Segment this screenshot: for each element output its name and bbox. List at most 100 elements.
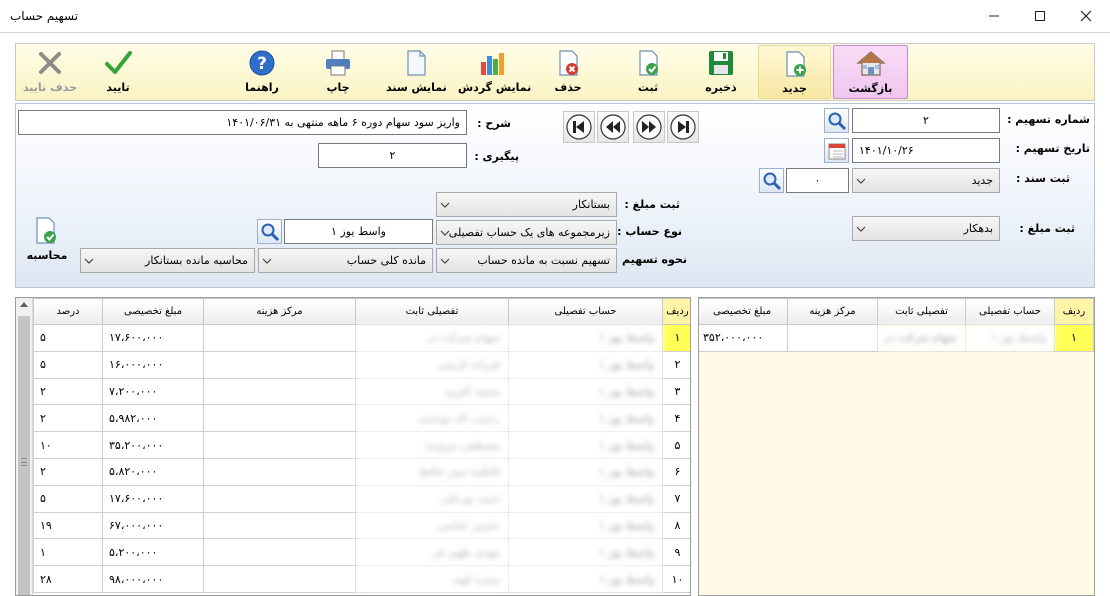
account-value-field[interactable]: واسط یوز ۱ (284, 219, 433, 244)
cell-amount[interactable]: ۵،۹۸۲،۰۰۰ (102, 404, 204, 433)
col-row[interactable]: ردیف (662, 298, 690, 325)
cell-fixed[interactable]: محمد اکبری (355, 377, 509, 406)
cell-fixed[interactable]: حمید نورعلی (355, 484, 509, 513)
next-record-button[interactable] (633, 111, 665, 143)
table-row[interactable]: ۲۸ ۹۸،۰۰۰،۰۰۰ منیژه کهنه واسط یوز ۱ ۱۰ (33, 565, 690, 593)
cell-detail[interactable]: واسط یوز ۱ (508, 538, 663, 567)
cell-cost-center[interactable] (203, 377, 356, 406)
cell-percent[interactable]: ۲ (33, 404, 103, 433)
show-turnover-button[interactable]: نمایش گردش (458, 45, 531, 99)
col-row[interactable]: ردیف (1054, 298, 1094, 325)
cell-cost-center[interactable] (203, 457, 356, 486)
cell-row[interactable]: ۵ (662, 431, 690, 459)
cell-detail[interactable]: واسط یوز ۱ (508, 484, 663, 513)
print-button[interactable]: چاپ (318, 45, 358, 99)
cell-fixed[interactable]: فرزانه کریمی (355, 350, 509, 379)
cell-detail[interactable]: واسط یوز ۱ (508, 377, 663, 406)
followup-field[interactable]: ۲ (318, 143, 467, 168)
cell-cost-center[interactable] (203, 511, 356, 540)
cell-cost-center[interactable] (203, 538, 356, 567)
table-row[interactable]: ۱ ۵،۲۰۰،۰۰۰ مهدی ظهیر فر واسط یوز ۱۹ (33, 538, 690, 567)
scroll-up-icon[interactable] (20, 302, 28, 307)
cell-amount[interactable]: ۷،۲۰۰،۰۰۰ (102, 377, 204, 406)
new-button[interactable]: جدید (758, 45, 831, 99)
cell-percent[interactable]: ۱۹ (33, 511, 103, 540)
back-button[interactable]: بازگشت (833, 45, 908, 99)
allocation-date-field[interactable]: ۱۴۰۱/۱۰/۲۶ (852, 138, 1000, 163)
cell-percent[interactable]: ۲ (33, 457, 103, 486)
previous-record-button[interactable] (597, 111, 629, 143)
cell-percent[interactable]: ۵ (33, 484, 103, 513)
delete-button[interactable]: حذف (548, 45, 588, 99)
table-row[interactable]: ۳۵۲،۰۰۰،۰۰۰ سهام شرکت در واسط یوز ۱ ۱ (699, 324, 1094, 352)
cell-cost-center[interactable] (203, 431, 356, 459)
cell-amount[interactable]: ۵،۸۲۰،۰۰۰ (102, 457, 204, 486)
table-row[interactable]: ۲ ۵،۹۸۲،۰۰۰ رحمت اله موحدی واسط یوز ۱۴ (33, 404, 690, 433)
allocation-number-field[interactable]: ۲ (852, 108, 1000, 133)
table-row[interactable]: ۱۹ ۶۷،۰۰۰،۰۰۰ حسین عباسی واسط یوز ۱۸ (33, 511, 690, 540)
calculate-button[interactable]: محاسبه (26, 216, 68, 266)
cell-amount[interactable]: ۱۷،۶۰۰،۰۰۰ (102, 484, 204, 513)
col-fixed[interactable]: تفصیلی ثابت (877, 298, 966, 325)
cell-percent[interactable]: ۵ (33, 350, 103, 379)
cell-detail[interactable]: واسط یوز ۱ (508, 431, 663, 459)
cell-amount[interactable]: ۱۶،۰۰۰،۰۰۰ (102, 350, 204, 379)
col-cost-center[interactable]: مرکز هزینه (203, 298, 356, 325)
description-field[interactable]: واریز سود سهام دوره ۶ ماهه منتهی به ۱۴۰۱… (18, 110, 467, 135)
method-2-select[interactable]: مانده کلی حساب (258, 248, 433, 273)
show-document-button[interactable]: نمایش سند (386, 45, 447, 99)
cell-fixed[interactable]: منیژه کهنه (355, 565, 509, 593)
cell-row[interactable]: ۲ (662, 350, 690, 379)
cell-cost-center[interactable] (203, 324, 356, 352)
help-button[interactable]: ? راهنما (241, 45, 283, 99)
table-row[interactable]: ۵ ۱۷،۶۰۰،۰۰۰ سهام شرکت در واسط یوز ۱۱ (33, 324, 690, 352)
maximize-button[interactable] (1017, 0, 1063, 32)
cell-percent[interactable]: ۱ (33, 538, 103, 567)
cell-amount[interactable]: ۵،۲۰۰،۰۰۰ (102, 538, 204, 567)
cell-fixed[interactable]: مصطفی نیرومند (355, 431, 509, 459)
cell-row[interactable]: ۹ (662, 538, 690, 567)
cell-fixed[interactable]: فاطمه سیر حافظ (355, 457, 509, 486)
cell-row[interactable]: ۱۰ (662, 565, 690, 593)
cell-row[interactable]: ۴ (662, 404, 690, 433)
table-row[interactable]: ۲ ۵،۸۲۰،۰۰۰ فاطمه سیر حافظ واسط یوز ۱۶ (33, 457, 690, 486)
delete-confirm-button[interactable]: حذف تایید (21, 45, 79, 99)
cell-fixed[interactable]: مهدی ظهیر فر (355, 538, 509, 567)
col-cost-center[interactable]: مرکز هزینه (787, 298, 878, 325)
cell-amount[interactable]: ۱۷،۶۰۰،۰۰۰ (102, 324, 204, 352)
save-button[interactable]: ذخیره (696, 45, 746, 99)
col-percent[interactable]: درصد (33, 298, 103, 325)
amount-type-left-select[interactable]: بستانکار (436, 192, 617, 217)
cell-cost-center[interactable] (203, 404, 356, 433)
method-3-select[interactable]: محاسبه مانده بستانکار (80, 248, 255, 273)
register-button[interactable]: ثبت (628, 45, 668, 99)
scroll-thumb[interactable] (18, 316, 30, 595)
cell-row[interactable]: ۸ (662, 511, 690, 540)
col-amount[interactable]: مبلغ تخصیصی (699, 298, 788, 325)
cell-percent[interactable]: ۲۸ (33, 565, 103, 593)
cell-percent[interactable]: ۵ (33, 324, 103, 352)
allocation-search-button[interactable] (824, 108, 849, 133)
cell-fixed[interactable]: رحمت اله موحدی (355, 404, 509, 433)
cell-row[interactable]: ۱ (1054, 324, 1094, 352)
voucher-number-field[interactable]: ۰ (786, 168, 849, 193)
cell-detail[interactable]: واسط یوز ۱ (508, 457, 663, 486)
voucher-search-button[interactable] (759, 168, 784, 193)
cell-detail[interactable]: واسط یوز ۱ (508, 350, 663, 379)
cell-cost-center[interactable] (203, 350, 356, 379)
amount-type-right-select[interactable]: بدهکار (852, 216, 1000, 241)
cell-detail[interactable]: واسط یوز ۱ (508, 404, 663, 433)
close-button[interactable] (1063, 0, 1109, 32)
first-record-button[interactable] (563, 111, 595, 143)
cell-fixed[interactable]: سهام شرکت در (355, 324, 509, 352)
cell-percent[interactable]: ۲ (33, 377, 103, 406)
cell-fixed[interactable]: حسین عباسی (355, 511, 509, 540)
table-row[interactable]: ۲ ۷،۲۰۰،۰۰۰ محمد اکبری واسط یوز ۱۳ (33, 377, 690, 406)
col-detail[interactable]: حساب تفصیلی (965, 298, 1055, 325)
method-select[interactable]: تسهیم نسبت به مانده حساب (436, 248, 617, 273)
account-search-button[interactable] (257, 219, 282, 244)
calendar-button[interactable] (824, 138, 849, 163)
cell-detail[interactable]: واسط یوز ۱ (965, 324, 1055, 352)
col-detail[interactable]: حساب تفصیلی (508, 298, 663, 325)
cell-detail[interactable]: واسط یوز ۱ (508, 324, 663, 352)
